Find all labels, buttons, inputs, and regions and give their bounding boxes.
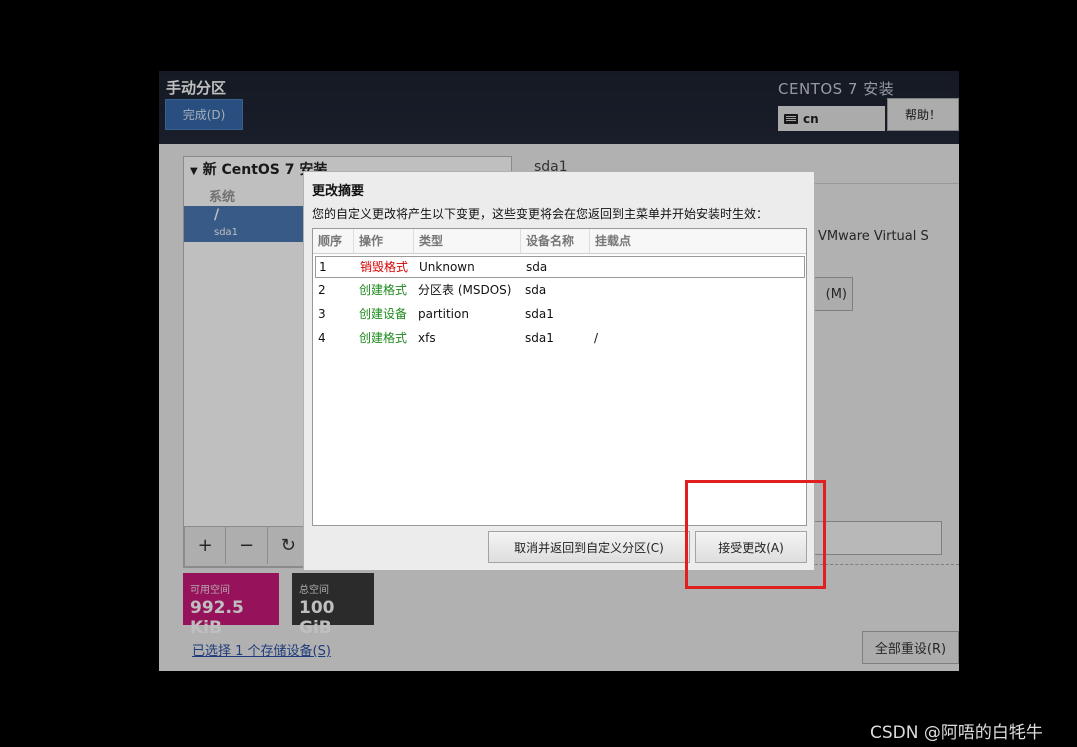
table-row[interactable]: 1 销毁格式 Unknown sda xyxy=(315,256,805,278)
dialog-description: 您的自定义更改将产生以下变更，这些变更将会在您返回到主菜单并开始安装时生效： xyxy=(312,207,769,221)
row-order: 2 xyxy=(318,283,326,297)
row-type: xfs xyxy=(418,331,436,345)
row-mount: / xyxy=(594,331,599,345)
row-action: 创建格式 xyxy=(359,331,408,345)
row-device: sda xyxy=(526,260,548,274)
row-device: sda1 xyxy=(525,331,554,345)
column-header-order[interactable]: 顺序 xyxy=(313,229,354,253)
column-header-mount[interactable]: 挂载点 xyxy=(590,229,806,253)
row-order: 3 xyxy=(318,307,326,321)
row-action: 创建设备 xyxy=(359,307,408,321)
row-device: sda1 xyxy=(525,307,554,321)
watermark: CSDN @阿唔的白牦牛 xyxy=(870,723,1043,743)
row-order: 1 xyxy=(319,260,327,274)
row-action: 销毁格式 xyxy=(360,260,409,274)
row-type: 分区表 (MSDOS) xyxy=(418,283,512,297)
column-header-device[interactable]: 设备名称 xyxy=(521,229,590,253)
column-header-type[interactable]: 类型 xyxy=(414,229,521,253)
dialog-title: 更改摘要 xyxy=(312,184,365,199)
row-device: sda xyxy=(525,283,547,297)
row-action: 创建格式 xyxy=(359,283,408,297)
table-row[interactable]: 2 创建格式 分区表 (MSDOS) sda xyxy=(313,280,806,302)
cancel-return-button[interactable]: 取消并返回到自定义分区(C) xyxy=(488,531,690,563)
row-order: 4 xyxy=(318,331,326,345)
table-header: 顺序 操作 类型 设备名称 挂载点 xyxy=(313,229,806,254)
row-type: Unknown xyxy=(419,260,475,274)
table-row[interactable]: 3 创建设备 partition sda1 xyxy=(313,304,806,326)
row-type: partition xyxy=(418,307,469,321)
table-row[interactable]: 4 创建格式 xfs sda1 / xyxy=(313,328,806,350)
column-header-action[interactable]: 操作 xyxy=(354,229,414,253)
annotation-highlight-box xyxy=(685,480,826,589)
